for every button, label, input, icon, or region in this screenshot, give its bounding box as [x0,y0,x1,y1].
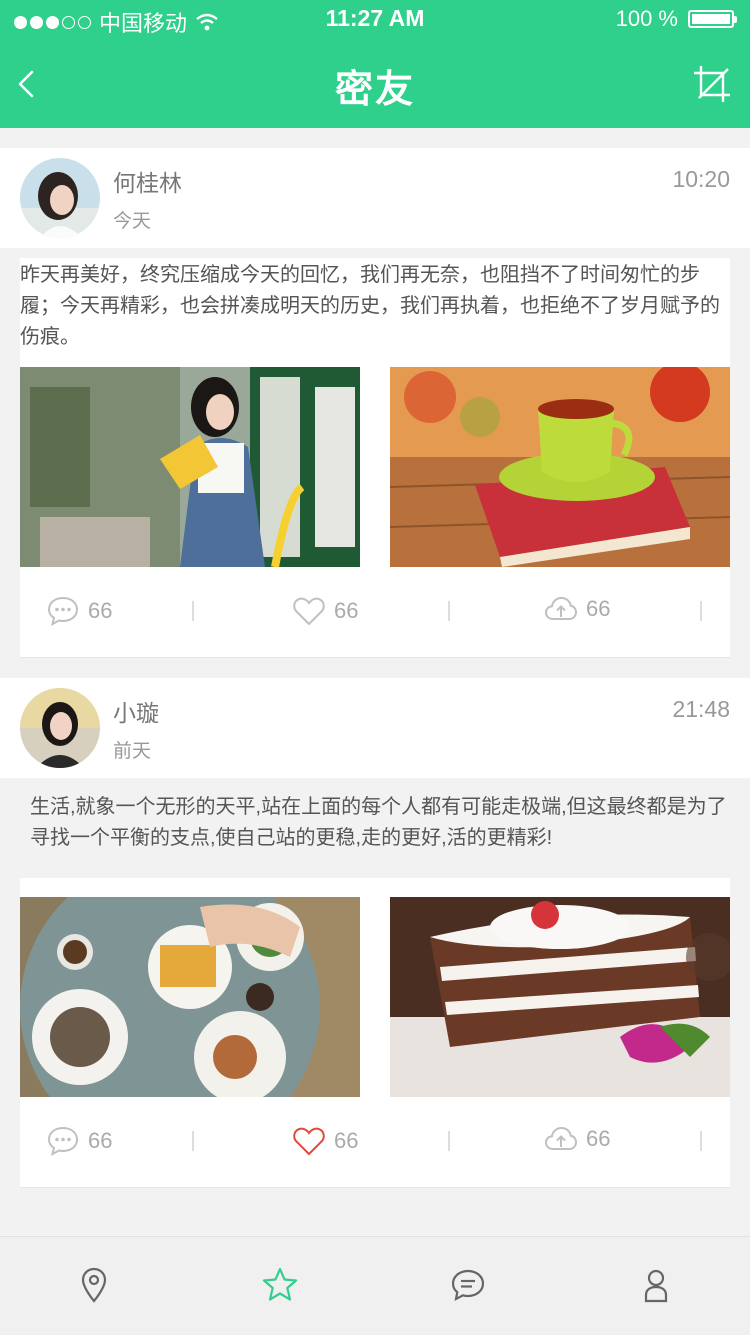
comment-button[interactable]: 66 [46,595,112,627]
post-date: 前天 [113,741,152,762]
heart-icon [293,1127,325,1156]
like-count: 66 [334,598,359,623]
avatar[interactable] [20,158,100,238]
tab-messages[interactable] [448,1265,488,1305]
person-icon [644,1269,668,1303]
divider [448,601,450,621]
divider [700,601,702,621]
status-right: 100 % [615,6,737,32]
tea-cup-on-book-photo [390,367,730,567]
location-pin-icon [81,1267,107,1303]
comment-count: 66 [88,598,113,623]
post-actions: 66 66 66 [20,1097,730,1188]
star-icon [262,1267,298,1301]
post-time: 21:48 [672,696,730,722]
avatar[interactable] [20,688,100,768]
divider [448,1131,450,1151]
edit-button[interactable] [692,64,732,104]
user-name[interactable]: 小璇 [113,694,159,728]
breakfast-table-photo [20,897,360,1097]
divider [192,601,194,621]
user-name[interactable]: 何桂林 [113,164,182,198]
status-bar: 中国移动 11:27 AM 100 % [0,0,750,40]
post-image[interactable] [20,897,360,1097]
battery-label: 100 % [615,6,678,31]
cloud-upload-icon [544,1126,578,1150]
like-button[interactable]: 66 [292,595,358,627]
comment-icon [47,596,79,626]
post-image[interactable] [20,367,360,567]
post-actions: 66 66 66 [20,567,730,658]
battery-icon [688,10,737,28]
post-text: 昨天再美好，终究压缩成今天的回忆，我们再无奈，也阻挡不了时间匆忙的步履；今天再精… [20,264,720,348]
share-count: 66 [586,596,611,621]
comment-button[interactable]: 66 [46,1125,112,1157]
app-header: 中国移动 11:27 AM 100 % 密友 [0,0,750,128]
share-button[interactable]: 66 [544,1125,610,1153]
post-time: 10:20 [672,166,730,192]
heart-icon [293,597,325,626]
crop-edit-icon [694,66,730,102]
post-image[interactable] [390,367,730,567]
post-header: 小璇 前天 21:48 [0,678,750,778]
post-header: 何桂林 今天 10:20 [0,148,750,248]
chat-bubble-icon [451,1269,485,1302]
divider [700,1131,702,1151]
like-count: 66 [334,1128,359,1153]
chocolate-cake-photo [390,897,730,1097]
cloud-upload-icon [544,596,578,620]
girl-reading-book-photo [20,367,360,567]
tab-favorites[interactable] [260,1265,300,1305]
comment-icon [47,1126,79,1156]
comment-count: 66 [88,1128,113,1153]
post-text: 生活,就象一个无形的天平,站在上面的每个人都有可能走极端,但这最终都是为了寻找一… [30,796,727,849]
share-count: 66 [586,1126,611,1151]
like-button[interactable]: 66 [292,1125,358,1157]
tab-profile[interactable] [636,1265,676,1305]
tab-bar [0,1236,750,1335]
divider [192,1131,194,1151]
post-date: 今天 [113,211,152,232]
post-image[interactable] [390,897,730,1097]
tab-location[interactable] [74,1265,114,1305]
share-button[interactable]: 66 [544,595,610,623]
page-title: 密友 [334,69,415,111]
